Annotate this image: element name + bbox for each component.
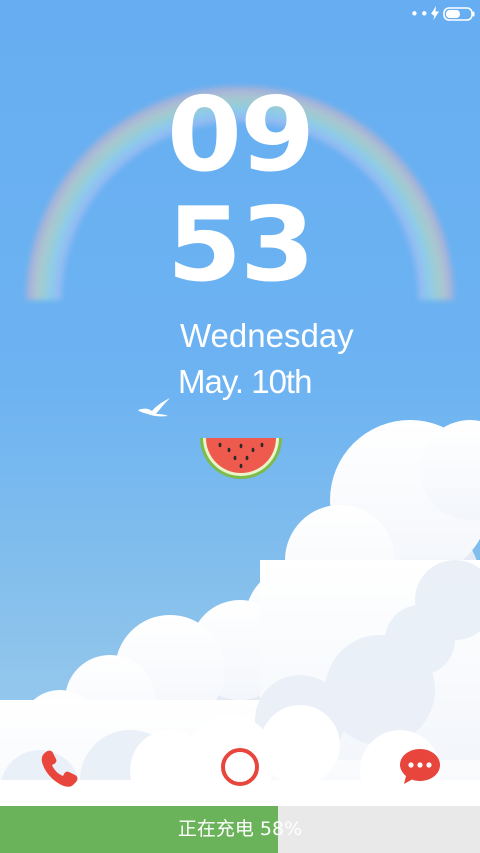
date-label: May. 10th [178,363,312,400]
phone-icon[interactable] [38,746,82,790]
clock-minutes: 53 [166,186,315,305]
battery-icon [443,7,475,21]
charging-percent: 58% [259,818,303,840]
clock-hours: 09 [166,76,315,195]
charging-status-text: 正在充电 58% [0,806,480,853]
charging-progress-bar: 正在充电 58% [0,806,480,853]
lock-screen: ••• 09 53 Wednesday May. 10th 正在充电 58% [0,0,480,853]
lightning-bolt-icon [431,6,439,20]
message-icon[interactable] [398,746,442,790]
charging-label: 正在充电 [177,818,254,840]
ring-icon[interactable] [218,745,262,789]
weekday-label: Wednesday [180,317,354,354]
status-bar: ••• [0,0,480,28]
